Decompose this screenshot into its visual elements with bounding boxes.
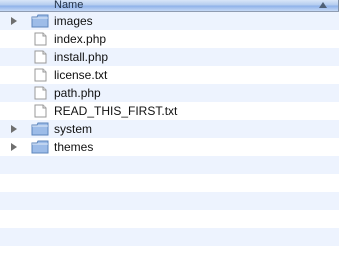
list-item-images[interactable]: images — [0, 12, 339, 30]
item-label: READ_THIS_FIRST.txt — [54, 104, 178, 118]
document-icon — [31, 104, 49, 118]
item-label: index.php — [54, 32, 107, 46]
list-item-install-php[interactable]: install.php — [0, 48, 339, 66]
sort-ascending-icon[interactable] — [319, 2, 327, 8]
document-icon — [31, 86, 49, 100]
disclosure-triangle-icon[interactable] — [11, 143, 17, 151]
folder-icon — [31, 14, 49, 28]
empty-row — [0, 246, 339, 264]
list-item-index-php[interactable]: index.php — [0, 30, 339, 48]
folder-icon — [31, 122, 49, 136]
disclosure-triangle-icon[interactable] — [11, 125, 17, 133]
empty-row — [0, 192, 339, 210]
item-label: images — [54, 14, 93, 28]
column-header[interactable]: Name — [0, 0, 339, 12]
list-item-read-this-first[interactable]: READ_THIS_FIRST.txt — [0, 102, 339, 120]
empty-row — [0, 210, 339, 228]
item-label: install.php — [54, 50, 109, 64]
document-icon — [31, 32, 49, 46]
item-label: system — [54, 122, 93, 136]
item-label: path.php — [54, 86, 101, 100]
disclosure-triangle-icon[interactable] — [11, 17, 17, 25]
document-icon — [31, 68, 49, 82]
file-list: images index.php install.php license.txt… — [0, 12, 339, 269]
empty-row — [0, 174, 339, 192]
list-item-system[interactable]: system — [0, 120, 339, 138]
item-label: themes — [54, 140, 94, 154]
empty-row — [0, 228, 339, 246]
list-item-path-php[interactable]: path.php — [0, 84, 339, 102]
finder-list-view: Name images index.php install.php licens… — [0, 0, 339, 269]
empty-row — [0, 156, 339, 174]
list-item-themes[interactable]: themes — [0, 138, 339, 156]
item-label: license.txt — [54, 68, 108, 82]
folder-icon — [31, 140, 49, 154]
name-column-header[interactable]: Name — [54, 0, 83, 11]
list-item-license-txt[interactable]: license.txt — [0, 66, 339, 84]
document-icon — [31, 50, 49, 64]
